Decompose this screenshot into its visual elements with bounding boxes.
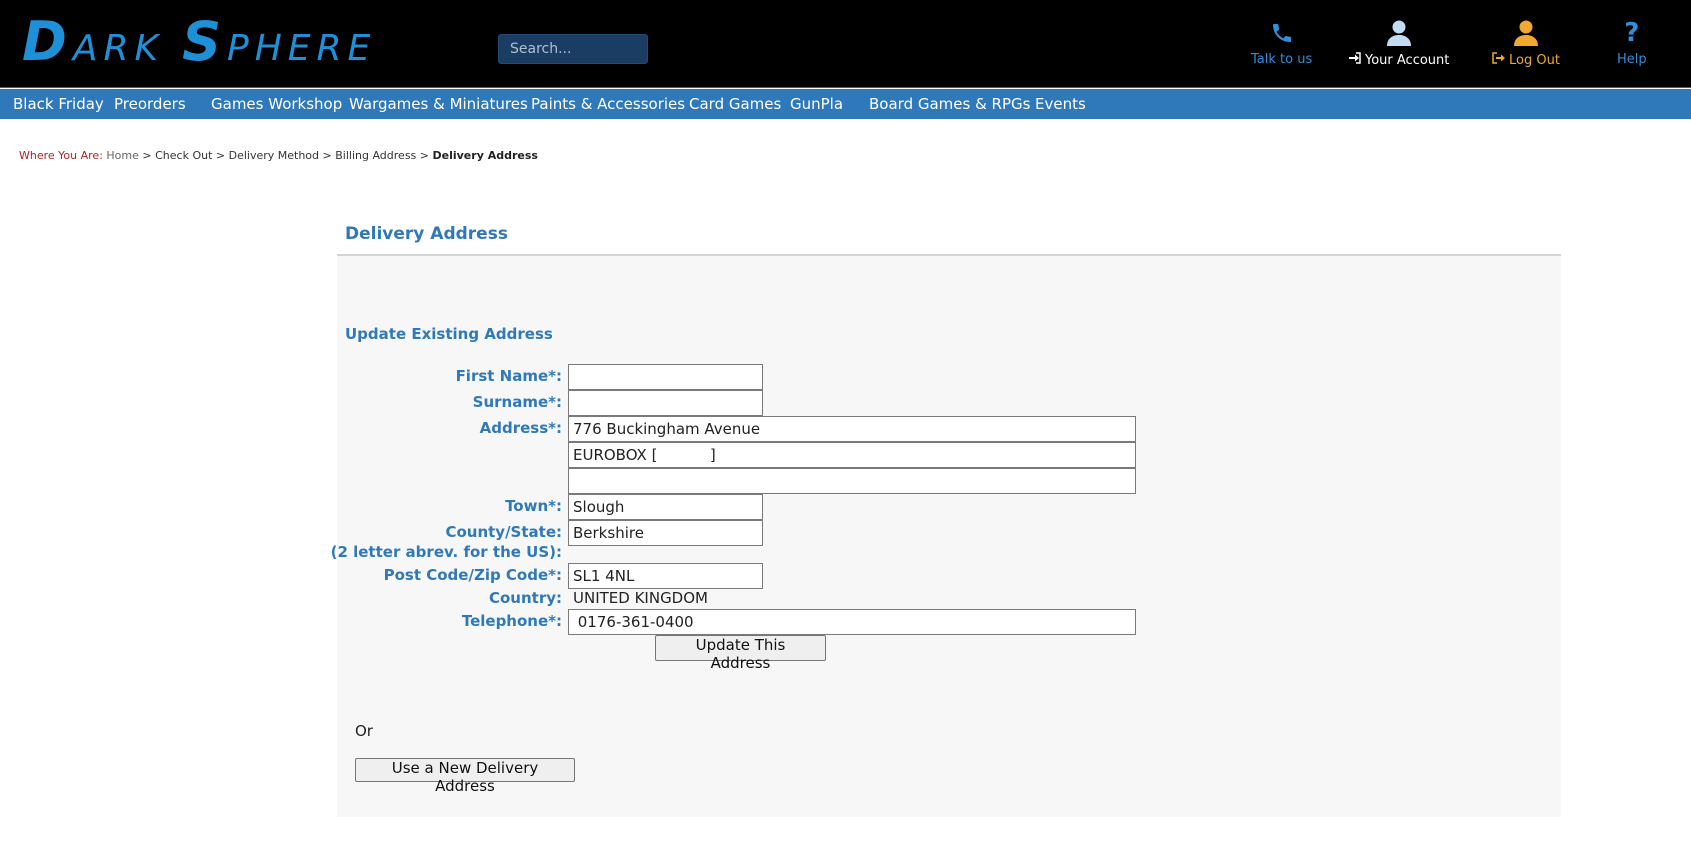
update-address-button[interactable]: Update This Address bbox=[655, 635, 826, 672]
main-nav: Black Friday Preorders Games Workshop Wa… bbox=[0, 89, 1691, 119]
title-divider bbox=[337, 254, 1561, 256]
breadcrumb-separator: > bbox=[322, 149, 332, 162]
nav-item-events[interactable]: Events bbox=[1035, 95, 1086, 113]
breadcrumb-home[interactable]: Home bbox=[106, 149, 138, 162]
breadcrumb-current: Delivery Address bbox=[432, 149, 538, 162]
your-account-link[interactable]: Your Account bbox=[1348, 18, 1449, 68]
breadcrumb-separator: > bbox=[419, 149, 429, 162]
nav-item-board-games-rpgs[interactable]: Board Games & RPGs bbox=[869, 95, 1030, 113]
log-out-link[interactable]: Log Out bbox=[1492, 18, 1560, 68]
breadcrumb-separator: > bbox=[142, 149, 152, 162]
county-label: County/State: bbox=[445, 523, 562, 541]
phone-icon bbox=[1270, 18, 1294, 48]
surname-label: Surname*: bbox=[472, 393, 562, 411]
page-title: Delivery Address bbox=[345, 224, 508, 244]
or-text: Or bbox=[355, 722, 373, 740]
breadcrumb-separator: > bbox=[215, 149, 226, 162]
county-field[interactable] bbox=[568, 520, 763, 546]
nav-item-games-workshop[interactable]: Games Workshop bbox=[211, 95, 342, 113]
user-orange-icon bbox=[1513, 18, 1539, 48]
telephone-label: Telephone*: bbox=[461, 612, 562, 630]
breadcrumb-delivery-method[interactable]: Delivery Method bbox=[229, 149, 319, 162]
talk-to-us-label: Talk to us bbox=[1251, 52, 1313, 67]
new-delivery-address-button[interactable]: Use a New Delivery Address bbox=[355, 758, 575, 795]
address-line3-field[interactable] bbox=[568, 468, 1136, 494]
town-label: Town*: bbox=[505, 497, 562, 515]
town-field[interactable] bbox=[568, 494, 763, 520]
logo-text-ark: ARK bbox=[72, 28, 165, 69]
address-label: Address*: bbox=[479, 419, 562, 437]
question-mark-icon: ? bbox=[1624, 18, 1640, 48]
postcode-label: Post Code/Zip Code*: bbox=[383, 566, 562, 584]
country-label: Country: bbox=[488, 589, 562, 607]
first-name-field[interactable] bbox=[568, 364, 763, 390]
breadcrumb-billing-address[interactable]: Billing Address bbox=[335, 149, 416, 162]
sign-out-icon bbox=[1492, 52, 1505, 68]
site-header: D ARK S PHERE Talk to us Your Account bbox=[0, 0, 1691, 88]
nav-item-paints-accessories[interactable]: Paints & Accessories bbox=[531, 95, 685, 113]
telephone-field[interactable] bbox=[568, 609, 1136, 635]
site-logo[interactable]: D ARK S PHERE bbox=[22, 10, 394, 73]
postcode-field[interactable] bbox=[568, 563, 763, 589]
address-line1-field[interactable] bbox=[568, 416, 1136, 442]
breadcrumb-where-label: Where You Are: bbox=[19, 149, 103, 162]
nav-item-preorders[interactable]: Preorders bbox=[114, 95, 186, 113]
your-account-label: Your Account bbox=[1365, 52, 1450, 68]
log-out-label: Log Out bbox=[1509, 52, 1560, 68]
search-input[interactable] bbox=[498, 34, 648, 64]
first-name-label: First Name*: bbox=[455, 367, 562, 385]
nav-item-black-friday[interactable]: Black Friday bbox=[13, 95, 104, 113]
surname-field[interactable] bbox=[568, 390, 763, 416]
logo-letter-d: D bbox=[22, 10, 73, 73]
help-label: Help bbox=[1617, 52, 1647, 67]
nav-item-card-games[interactable]: Card Games bbox=[689, 95, 781, 113]
country-value: UNITED KINGDOM bbox=[573, 589, 708, 607]
user-icon bbox=[1386, 18, 1412, 48]
breadcrumb: Where You Are: Home > Check Out > Delive… bbox=[19, 149, 538, 162]
talk-to-us-link[interactable]: Talk to us bbox=[1251, 18, 1312, 67]
sign-in-icon bbox=[1348, 52, 1361, 68]
logo-letter-s: S bbox=[182, 10, 227, 73]
address-line2-field[interactable] bbox=[568, 442, 1136, 468]
nav-item-gunpla[interactable]: GunPla bbox=[790, 95, 843, 113]
county-note-label: (2 letter abrev. for the US): bbox=[330, 543, 562, 561]
logo-text-phere: PHERE bbox=[226, 28, 377, 69]
breadcrumb-checkout[interactable]: Check Out bbox=[155, 149, 212, 162]
section-subtitle: Update Existing Address bbox=[345, 325, 553, 343]
help-link[interactable]: ? Help bbox=[1617, 18, 1647, 67]
nav-item-wargames-miniatures[interactable]: Wargames & Miniatures bbox=[349, 95, 528, 113]
